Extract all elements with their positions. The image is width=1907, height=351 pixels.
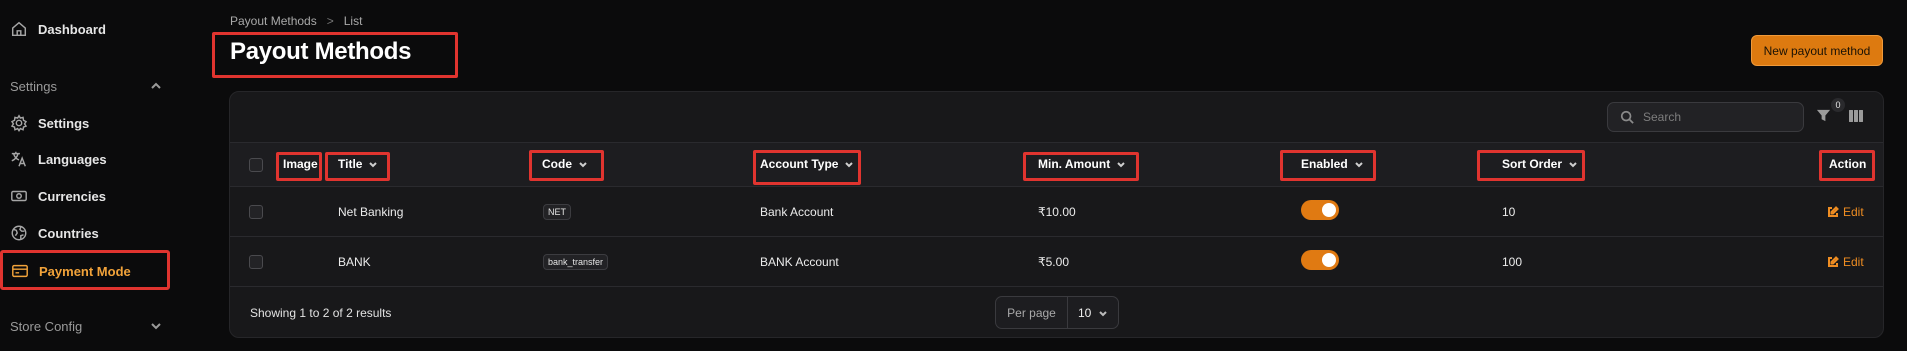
chevron-down-icon: [369, 162, 378, 168]
column-header-enabled[interactable]: Enabled: [1301, 157, 1364, 171]
cell-min-amount: ₹5.00: [1038, 255, 1069, 269]
chevron-down-icon: [845, 162, 854, 168]
divider: [230, 236, 1883, 237]
enabled-toggle[interactable]: [1301, 200, 1339, 220]
toggle-knob: [1322, 253, 1336, 267]
per-page-label: Per page: [996, 297, 1068, 328]
enabled-toggle[interactable]: [1301, 250, 1339, 270]
new-payout-method-button[interactable]: New payout method: [1751, 35, 1883, 66]
language-icon: [11, 151, 26, 167]
edit-link[interactable]: Edit: [1827, 205, 1864, 219]
toggle-knob: [1322, 203, 1336, 217]
sidebar-item-languages[interactable]: Languages: [10, 144, 107, 174]
column-header-account-type[interactable]: Account Type: [760, 157, 854, 171]
sidebar-item-countries[interactable]: Countries: [10, 218, 99, 248]
column-header-code[interactable]: Code: [542, 157, 588, 171]
sidebar-item-payment-mode[interactable]: Payment Mode: [11, 256, 131, 286]
pagination-summary: Showing 1 to 2 of 2 results: [250, 306, 392, 320]
column-header-label: Image: [283, 157, 318, 171]
search-input[interactable]: [1643, 110, 1793, 124]
per-page-select[interactable]: Per page 10: [995, 296, 1119, 329]
edit-icon: [1828, 256, 1839, 267]
sidebar-group-label: Store Config: [10, 318, 83, 334]
chevron-down-icon: [151, 323, 161, 330]
cell-account-type: Bank Account: [760, 205, 834, 219]
sidebar-item-payment-mode-highlight: Payment Mode: [0, 250, 170, 290]
per-page-value[interactable]: 10: [1068, 297, 1118, 328]
edit-link-label: Edit: [1843, 255, 1864, 269]
per-page-value-text: 10: [1078, 305, 1092, 320]
chevron-down-icon: [1117, 162, 1125, 168]
sidebar: Dashboard Settings Settings Languages Cu…: [0, 0, 176, 351]
credit-card-icon: [12, 264, 28, 278]
cell-title: BANK: [338, 255, 371, 269]
select-all-checkbox[interactable]: [249, 158, 263, 172]
divider: [230, 286, 1883, 287]
search-box[interactable]: [1607, 102, 1804, 132]
breadcrumb-separator: >: [326, 14, 334, 28]
page-title: Payout Methods: [230, 38, 412, 65]
cell-code: NET: [543, 204, 571, 220]
sidebar-item-label: Payment Mode: [39, 263, 131, 279]
cell-min-amount: ₹10.00: [1038, 205, 1076, 219]
column-header-sort-order[interactable]: Sort Order: [1502, 157, 1578, 171]
edit-link-label: Edit: [1843, 205, 1864, 219]
cell-title: Net Banking: [338, 205, 404, 219]
search-icon: [1620, 110, 1634, 124]
sidebar-item-label: Currencies: [38, 188, 106, 204]
sidebar-item-currencies[interactable]: Currencies: [10, 181, 106, 211]
cell-code: bank_transfer: [543, 254, 609, 270]
divider: [230, 186, 1883, 187]
chevron-down-icon: [579, 162, 587, 168]
column-header-label: Action: [1829, 157, 1867, 171]
breadcrumb-current: List: [343, 14, 363, 28]
column-header-title[interactable]: Title: [338, 157, 378, 171]
filter-count-badge: 0: [1831, 98, 1845, 112]
chevron-down-icon: [1569, 162, 1577, 168]
sidebar-item-label: Settings: [38, 115, 90, 131]
column-toggle-button[interactable]: [1848, 108, 1864, 127]
sidebar-item-dashboard[interactable]: Dashboard: [10, 14, 106, 44]
cell-account-type: BANK Account: [760, 255, 839, 269]
column-header-label: Code: [542, 157, 572, 171]
filter-icon: [1816, 109, 1831, 122]
row-checkbox[interactable]: [249, 205, 263, 219]
chevron-down-icon: [1099, 310, 1107, 316]
sidebar-group-settings[interactable]: Settings: [10, 76, 162, 96]
banknote-icon: [11, 190, 27, 202]
sidebar-group-label: Settings: [10, 78, 57, 94]
column-header-label: Sort Order: [1502, 157, 1563, 171]
row-checkbox[interactable]: [249, 255, 263, 269]
breadcrumb: Payout Methods > List: [230, 14, 362, 28]
column-header-label: Account Type: [760, 157, 839, 171]
column-header-label: Enabled: [1301, 157, 1348, 171]
cell-sort-order: 10: [1502, 205, 1516, 219]
sidebar-item-label: Dashboard: [38, 21, 106, 37]
home-icon: [11, 21, 27, 37]
gear-icon: [10, 114, 28, 132]
chevron-up-icon: [151, 82, 161, 89]
sidebar-item-label: Languages: [38, 151, 107, 167]
sidebar-group-store-config[interactable]: Store Config: [10, 316, 162, 336]
edit-icon: [1828, 206, 1839, 217]
edit-link[interactable]: Edit: [1827, 255, 1864, 269]
columns-icon: [1849, 110, 1863, 122]
column-header-label: Title: [338, 157, 363, 171]
column-header-action: Action: [1829, 157, 1866, 171]
column-header-image: Image: [283, 157, 318, 171]
breadcrumb-parent[interactable]: Payout Methods: [230, 14, 317, 28]
sidebar-item-settings[interactable]: Settings: [10, 108, 89, 138]
filter-button[interactable]: [1816, 108, 1832, 124]
column-header-min-amount[interactable]: Min. Amount: [1038, 157, 1126, 171]
column-header-label: Min. Amount: [1038, 157, 1111, 171]
sidebar-item-label: Countries: [38, 225, 99, 241]
cell-sort-order: 100: [1502, 255, 1523, 269]
chevron-down-icon: [1354, 162, 1363, 168]
globe-icon: [11, 225, 27, 241]
